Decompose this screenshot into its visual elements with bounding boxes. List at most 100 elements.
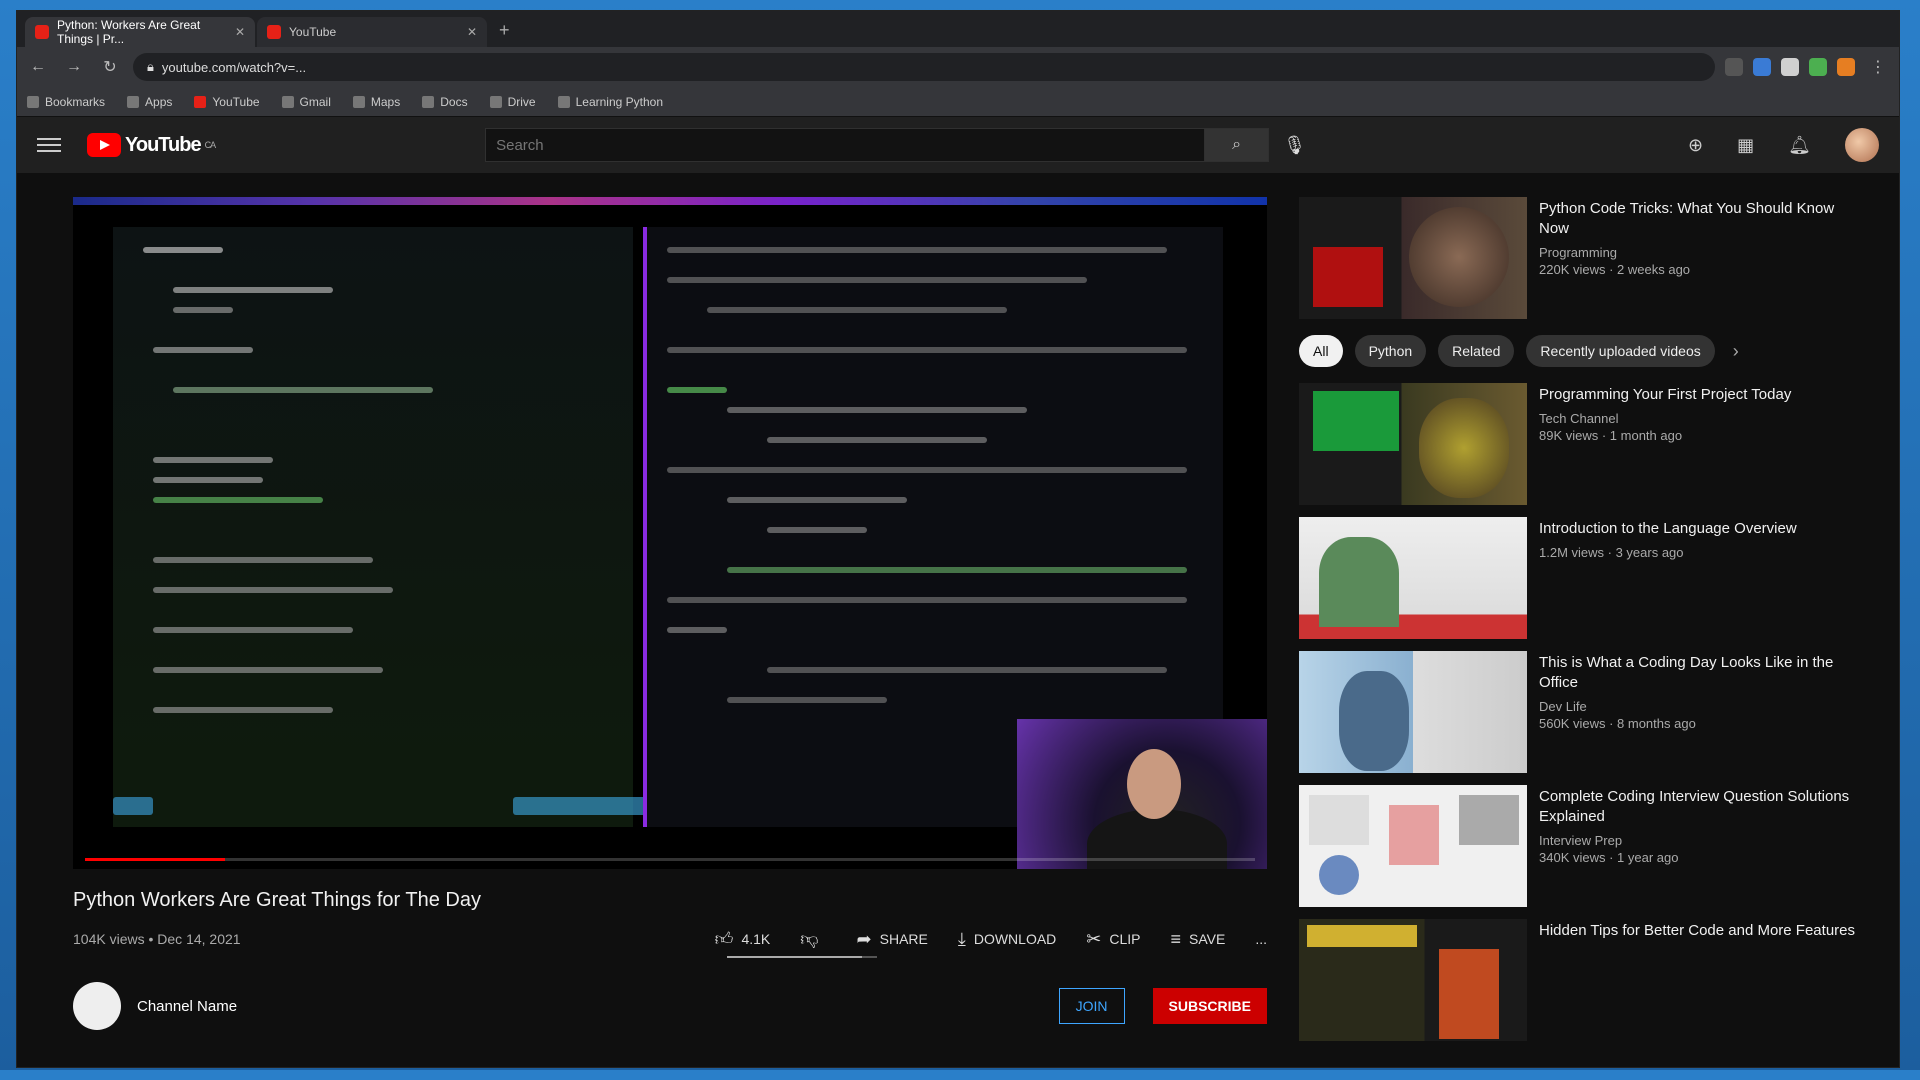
hamburger-menu-icon[interactable] xyxy=(37,138,61,152)
video-thumbnail[interactable] xyxy=(1299,517,1527,639)
video-player[interactable] xyxy=(73,197,1267,869)
video-title: Python Workers Are Great Things for The … xyxy=(73,889,481,911)
bookmark-item[interactable]: Gmail xyxy=(281,95,331,109)
recommendation-item[interactable]: This is What a Coding Day Looks Like in … xyxy=(1299,651,1859,773)
more-button[interactable]: ... xyxy=(1255,931,1267,947)
close-icon[interactable]: ✕ xyxy=(235,25,245,39)
chip-recent[interactable]: Recently uploaded videos xyxy=(1526,335,1715,367)
code-line xyxy=(153,557,373,563)
save-button[interactable]: ≡ SAVE xyxy=(1171,929,1226,950)
reload-icon[interactable]: ↻ xyxy=(97,57,123,77)
recommendation-item[interactable]: Introduction to the Language Overview 1.… xyxy=(1299,517,1859,639)
view-count: 104K views xyxy=(73,931,145,947)
bookmark-item[interactable]: Docs xyxy=(422,95,468,109)
channel-avatar[interactable] xyxy=(73,982,121,1030)
chip-python[interactable]: Python xyxy=(1354,335,1427,367)
apps-icon[interactable]: ▦ xyxy=(1737,135,1754,156)
code-line xyxy=(667,627,727,633)
video-progress-bar[interactable] xyxy=(85,858,1255,861)
upload-date: Dec 14, 2021 xyxy=(157,931,241,947)
browser-window: Python: Workers Are Great Things | Pr...… xyxy=(16,10,1900,1068)
bookmark-item[interactable]: Drive xyxy=(489,95,536,109)
video-thumbnail[interactable] xyxy=(1299,383,1527,505)
recommendation-item[interactable]: Programming Your First Project Today Tec… xyxy=(1299,383,1859,505)
recommendation-channel[interactable]: Interview Prep xyxy=(1539,833,1859,848)
new-tab-button[interactable]: + xyxy=(489,20,520,47)
status-bar-segment xyxy=(113,797,153,815)
recommendation-item[interactable]: Complete Coding Interview Question Solut… xyxy=(1299,785,1859,907)
video-thumbnail[interactable] xyxy=(1299,785,1527,907)
back-icon[interactable]: ← xyxy=(25,58,51,76)
code-line xyxy=(173,287,333,293)
recommendation-item[interactable]: Hidden Tips for Better Code and More Fea… xyxy=(1299,919,1859,1041)
extension-icon[interactable] xyxy=(1753,58,1771,76)
close-icon[interactable]: ✕ xyxy=(467,25,477,39)
scissors-icon: ✂ xyxy=(1086,928,1102,949)
video-thumbnail[interactable] xyxy=(1299,651,1527,773)
bookmark-item[interactable]: Maps xyxy=(352,95,400,109)
code-line xyxy=(667,247,1167,253)
extension-icon[interactable] xyxy=(1809,58,1827,76)
bookmark-item[interactable]: Apps xyxy=(127,95,172,109)
tab-youtube[interactable]: YouTube ✕ xyxy=(257,17,487,47)
header-actions: ⊕ ▦ 🔔︎ xyxy=(1688,128,1879,162)
microphone-icon[interactable]: 🎙︎ xyxy=(1283,135,1306,156)
recommendation-info: This is What a Coding Day Looks Like in … xyxy=(1539,651,1859,773)
like-button[interactable]: 👍︎ 4.1K xyxy=(715,928,771,950)
recommendation-title[interactable]: Introduction to the Language Overview xyxy=(1539,519,1859,539)
subscribe-button[interactable]: SUBSCRIBE xyxy=(1152,988,1267,1024)
extension-icon[interactable] xyxy=(1781,58,1799,76)
share-button[interactable]: ➦ SHARE xyxy=(857,929,928,950)
recommendation-channel[interactable]: Dev Life xyxy=(1539,699,1859,714)
address-bar[interactable]: 🔒︎ youtube.com/watch?v=... xyxy=(133,53,1715,81)
recommendation-info: Complete Coding Interview Question Solut… xyxy=(1539,785,1859,907)
code-line xyxy=(767,437,987,443)
thumbs-up-icon: 👍︎ xyxy=(714,929,734,949)
menu-icon[interactable]: ⋮ xyxy=(1865,57,1891,77)
avatar[interactable] xyxy=(1845,128,1879,162)
video-thumbnail[interactable] xyxy=(1299,919,1527,1041)
code-line xyxy=(153,477,263,483)
bookmark-item[interactable]: YouTube xyxy=(194,95,260,109)
code-line xyxy=(727,497,907,503)
forward-icon[interactable]: → xyxy=(61,58,87,76)
code-line xyxy=(667,597,1187,603)
code-line xyxy=(727,567,1187,573)
code-line xyxy=(153,347,253,353)
youtube-logo[interactable]: YouTube CA xyxy=(87,133,216,157)
recommendation-title[interactable]: Hidden Tips for Better Code and More Fea… xyxy=(1539,921,1859,941)
download-button[interactable]: ⤓ DOWNLOAD xyxy=(958,929,1056,950)
bookmark-item[interactable]: Learning Python xyxy=(557,95,663,109)
create-icon[interactable]: ⊕ xyxy=(1688,135,1703,156)
bell-icon[interactable]: 🔔︎ xyxy=(1788,135,1811,156)
search-icon: ⌕ xyxy=(1232,136,1242,153)
recommendation-channel[interactable]: Programming xyxy=(1539,245,1859,260)
chip-related[interactable]: Related xyxy=(1438,335,1515,367)
video-actions: 👍︎ 4.1K 👎︎ ➦ SHARE ⤓ DOWNLOAD ✂ CLIP ≡ SAVE .… xyxy=(715,928,1267,950)
chip-all[interactable]: All xyxy=(1299,335,1343,367)
extension-icon[interactable] xyxy=(1837,58,1855,76)
code-line xyxy=(667,347,1187,353)
bookmark-item[interactable]: Bookmarks xyxy=(27,95,105,109)
code-line xyxy=(667,387,727,393)
recommendation-title[interactable]: Programming Your First Project Today xyxy=(1539,385,1859,405)
search-button[interactable]: ⌕ xyxy=(1205,128,1270,162)
tab-video[interactable]: Python: Workers Are Great Things | Pr...… xyxy=(25,17,255,47)
map-icon xyxy=(352,95,365,108)
clip-button[interactable]: ✂ CLIP xyxy=(1086,929,1140,950)
recommendation-title[interactable]: This is What a Coding Day Looks Like in … xyxy=(1539,653,1859,693)
channel-name[interactable]: Channel Name xyxy=(137,998,237,1015)
recommendation-item[interactable]: Python Code Tricks: What You Should Know… xyxy=(1299,197,1859,319)
download-icon: ⤓ xyxy=(957,928,966,949)
join-button[interactable]: JOIN xyxy=(1058,988,1125,1024)
dislike-button[interactable]: 👎︎ xyxy=(800,928,826,950)
recommendation-title[interactable]: Python Code Tricks: What You Should Know… xyxy=(1539,199,1859,239)
chevron-right-icon[interactable]: › xyxy=(1733,341,1739,362)
video-thumbnail[interactable] xyxy=(1299,197,1527,319)
recommendation-channel[interactable]: Tech Channel xyxy=(1539,411,1859,426)
extension-icon[interactable] xyxy=(1725,58,1743,76)
recommendation-title[interactable]: Complete Coding Interview Question Solut… xyxy=(1539,787,1859,827)
search-input[interactable] xyxy=(485,128,1206,162)
recommendation-info: Introduction to the Language Overview 1.… xyxy=(1539,517,1859,639)
code-line xyxy=(707,307,1007,313)
